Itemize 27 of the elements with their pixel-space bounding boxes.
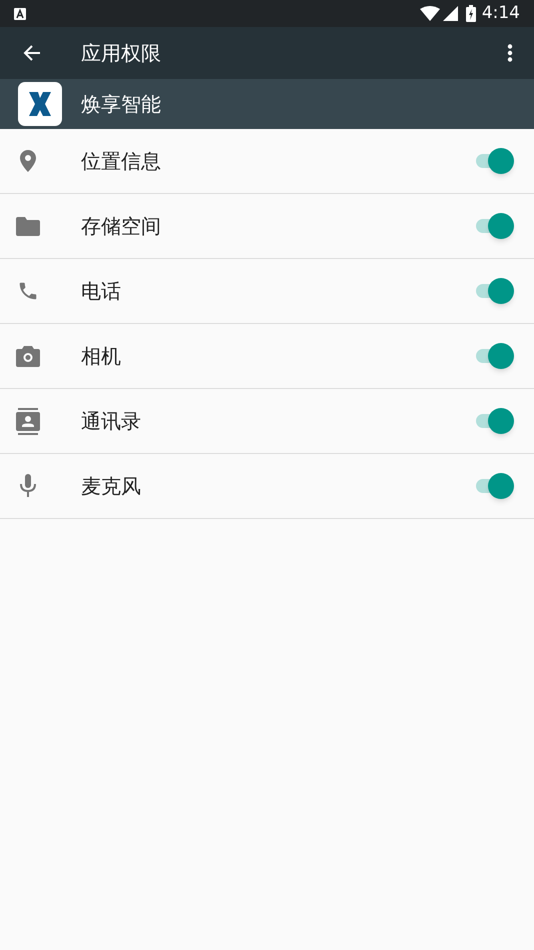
toggle-switch[interactable] xyxy=(474,278,514,304)
signal-icon xyxy=(442,6,458,21)
permission-label: 电话 xyxy=(81,278,122,305)
microphone-icon xyxy=(18,474,36,498)
app-name: 焕享智能 xyxy=(81,91,161,118)
contact-card-icon xyxy=(16,408,40,434)
toggle-switch[interactable] xyxy=(474,148,514,174)
folder-icon xyxy=(16,216,40,236)
toggle-switch[interactable] xyxy=(474,213,514,239)
status-time: 4:14 xyxy=(482,2,520,25)
app-logo-icon xyxy=(18,82,62,126)
camera-icon xyxy=(16,346,40,366)
more-options-icon xyxy=(507,44,513,62)
wifi-icon xyxy=(420,6,440,21)
toggle-switch[interactable] xyxy=(474,473,514,499)
permission-label: 位置信息 xyxy=(81,148,162,175)
permission-label: 存储空间 xyxy=(81,213,162,240)
back-arrow-icon xyxy=(23,44,41,62)
toggle-switch[interactable] xyxy=(474,343,514,369)
location-pin-icon xyxy=(20,150,36,172)
toggle-switch[interactable] xyxy=(474,408,514,434)
permission-label: 麦克风 xyxy=(81,473,142,500)
toolbar-title: 应用权限 xyxy=(81,40,161,67)
permission-label: 通讯录 xyxy=(81,408,142,435)
battery-icon xyxy=(466,5,476,22)
notification-icon xyxy=(14,8,26,20)
permission-label: 相机 xyxy=(81,343,122,370)
